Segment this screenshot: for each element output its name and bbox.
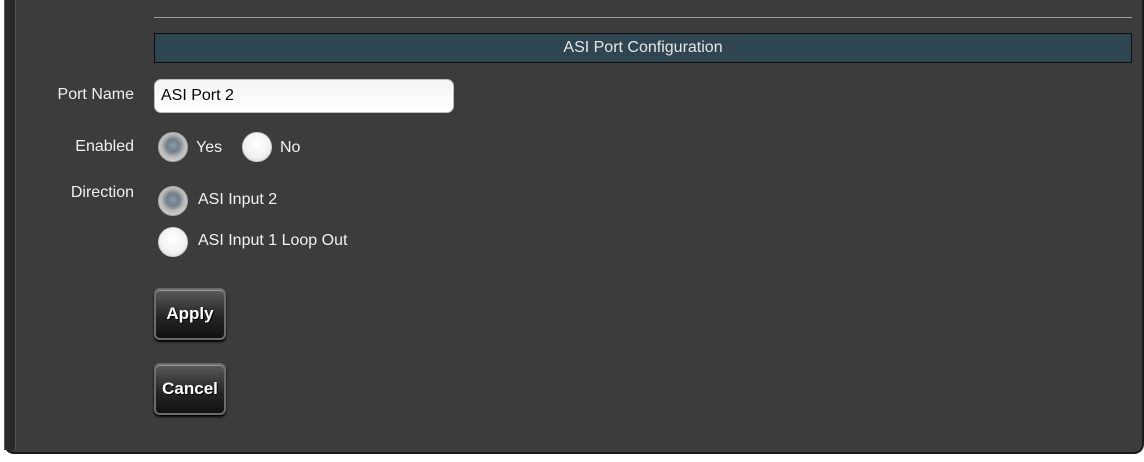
- port-name-label: Port Name: [57, 86, 134, 103]
- page-background: ASI Port Configuration Port Name Enabled…: [0, 0, 1144, 462]
- enabled-no-radio[interactable]: [242, 132, 272, 162]
- enabled-no-label: No: [280, 139, 301, 156]
- direction-label: Direction: [70, 184, 134, 201]
- enabled-yes-label: Yes: [196, 139, 223, 156]
- enabled-label: Enabled: [75, 138, 134, 155]
- left-frame-bar: [4, 0, 16, 450]
- direction-asi-input-2-label: ASI Input 2: [198, 191, 278, 208]
- cancel-button[interactable]: Cancel: [154, 363, 226, 415]
- enabled-yes-radio[interactable]: [158, 132, 188, 162]
- top-divider: [154, 17, 1132, 18]
- section-header: ASI Port Configuration: [154, 33, 1132, 63]
- port-name-input[interactable]: [154, 79, 454, 113]
- direction-asi-input-1-loop-out-radio[interactable]: [158, 227, 188, 257]
- direction-asi-input-2-radio[interactable]: [158, 186, 188, 216]
- direction-asi-input-1-loop-out-label: ASI Input 1 Loop Out: [198, 232, 348, 249]
- apply-button[interactable]: Apply: [154, 288, 226, 340]
